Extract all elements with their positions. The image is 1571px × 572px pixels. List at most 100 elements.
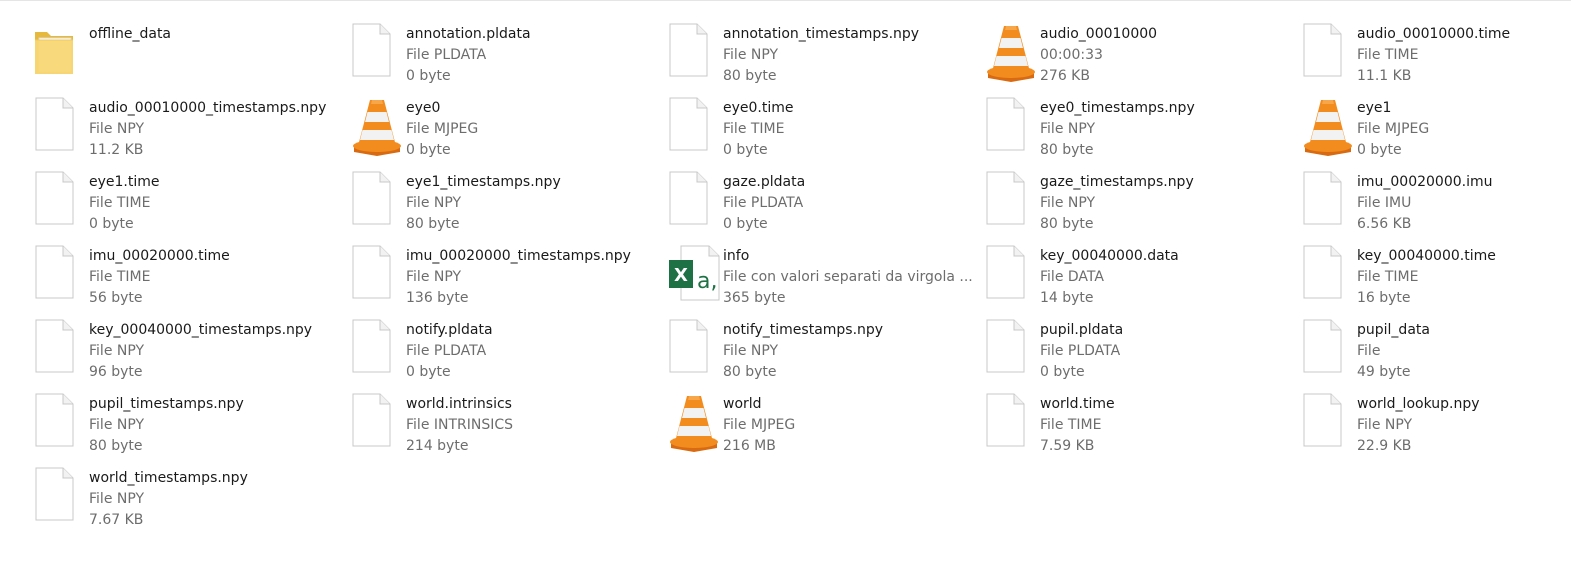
file-item[interactable]: eye1 File MJPEG 0 byte xyxy=(1301,96,1571,170)
file-type: File MJPEG xyxy=(406,121,479,137)
file-type: File PLDATA xyxy=(406,47,487,63)
file-type: File TIME xyxy=(89,195,151,211)
blank-file-icon xyxy=(984,170,1040,230)
file-type: File NPY xyxy=(89,491,145,507)
file-size: 80 byte xyxy=(723,364,777,380)
file-type: File NPY xyxy=(89,417,145,433)
file-item[interactable]: key_00040000.data File DATA 14 byte xyxy=(984,244,1301,318)
file-item[interactable]: notify_timestamps.npy File NPY 80 byte xyxy=(667,318,984,392)
file-size: 80 byte xyxy=(1040,216,1094,232)
blank-file-icon xyxy=(350,22,406,82)
file-item[interactable]: world.time File TIME 7.59 KB xyxy=(984,392,1301,466)
vlc-cone-icon xyxy=(984,22,1040,82)
file-size: 365 byte xyxy=(723,290,786,306)
file-name: pupil_timestamps.npy xyxy=(89,396,244,412)
blank-file-icon xyxy=(33,96,89,156)
top-divider xyxy=(0,0,1571,1)
file-item[interactable]: eye0_timestamps.npy File NPY 80 byte xyxy=(984,96,1301,170)
file-name: world_lookup.npy xyxy=(1357,396,1480,412)
file-size: 80 byte xyxy=(406,216,460,232)
file-type: File MJPEG xyxy=(1357,121,1430,137)
file-size: 14 byte xyxy=(1040,290,1094,306)
blank-file-icon xyxy=(350,170,406,230)
file-item[interactable]: audio_00010000_timestamps.npy File NPY 11.… xyxy=(33,96,350,170)
file-name: eye0_timestamps.npy xyxy=(1040,100,1195,116)
file-item[interactable]: imu_00020000.time File TIME 56 byte xyxy=(33,244,350,318)
file-name: imu_00020000.time xyxy=(89,248,230,264)
file-item[interactable]: eye1_timestamps.npy File NPY 80 byte xyxy=(350,170,667,244)
file-item[interactable]: offline_data xyxy=(33,22,350,96)
file-size: 0 byte xyxy=(406,142,451,158)
file-size: 0 byte xyxy=(406,364,451,380)
file-name: audio_00010000 xyxy=(1040,26,1158,42)
svg-text:a,: a, xyxy=(697,269,717,294)
file-type: File INTRINSICS xyxy=(406,417,514,433)
file-size: 11.2 KB xyxy=(89,142,144,158)
blank-file-icon xyxy=(1301,392,1357,452)
file-item[interactable]: imu_00020000_timestamps.npy File NPY 136 b… xyxy=(350,244,667,318)
file-size: 136 byte xyxy=(406,290,469,306)
file-name: offline_data xyxy=(89,26,172,42)
file-size: 7.67 KB xyxy=(89,512,144,528)
blank-file-icon xyxy=(33,170,89,230)
file-type: File NPY xyxy=(1040,121,1096,137)
blank-file-icon xyxy=(984,392,1040,452)
file-name: eye1_timestamps.npy xyxy=(406,174,561,190)
file-type: File NPY xyxy=(89,343,145,359)
file-size: 216 MB xyxy=(723,438,776,454)
file-item[interactable]: annotation_timestamps.npy File NPY 80 byte xyxy=(667,22,984,96)
file-size: 22.9 KB xyxy=(1357,438,1412,454)
svg-text:X: X xyxy=(674,265,688,286)
file-size: 49 byte xyxy=(1357,364,1411,380)
file-item[interactable]: eye0 File MJPEG 0 byte xyxy=(350,96,667,170)
blank-file-icon xyxy=(667,96,723,156)
file-name: imu_00020000.imu xyxy=(1357,174,1493,190)
blank-file-icon xyxy=(350,244,406,304)
file-item[interactable]: audio_00010000.time File TIME 11.1 KB xyxy=(1301,22,1571,96)
file-item[interactable]: key_00040000.time File TIME 16 byte xyxy=(1301,244,1571,318)
file-type: File IMU xyxy=(1357,195,1412,211)
file-item[interactable]: imu_00020000.imu File IMU 6.56 KB xyxy=(1301,170,1571,244)
file-type: File con valori separati da virgola ... xyxy=(723,269,973,285)
file-item[interactable]: world_timestamps.npy File NPY 7.67 KB xyxy=(33,466,350,540)
file-item[interactable]: gaze_timestamps.npy File NPY 80 byte xyxy=(984,170,1301,244)
file-item[interactable]: world_lookup.npy File NPY 22.9 KB xyxy=(1301,392,1571,466)
file-item[interactable]: world File MJPEG 216 MB xyxy=(667,392,984,466)
file-size: 11.1 KB xyxy=(1357,68,1412,84)
file-name: world.time xyxy=(1040,396,1115,412)
blank-file-icon xyxy=(1301,170,1357,230)
file-duration: 00:00:33 xyxy=(1040,47,1103,63)
vlc-cone-icon xyxy=(667,392,723,452)
file-size: 6.56 KB xyxy=(1357,216,1412,232)
file-item[interactable]: key_00040000_timestamps.npy File NPY 96 by… xyxy=(33,318,350,392)
file-name: eye1 xyxy=(1357,100,1392,116)
blank-file-icon xyxy=(33,392,89,452)
file-name: pupil.pldata xyxy=(1040,322,1124,338)
file-type: File NPY xyxy=(1357,417,1413,433)
file-item[interactable]: pupil_timestamps.npy File NPY 80 byte xyxy=(33,392,350,466)
blank-file-icon xyxy=(984,318,1040,378)
file-item[interactable]: audio_00010000 00:00:33 276 KB xyxy=(984,22,1301,96)
file-item[interactable]: gaze.pldata File PLDATA 0 byte xyxy=(667,170,984,244)
file-type: File TIME xyxy=(1040,417,1102,433)
file-type: File TIME xyxy=(1357,269,1419,285)
file-item[interactable]: eye1.time File TIME 0 byte xyxy=(33,170,350,244)
blank-file-icon xyxy=(984,244,1040,304)
file-item[interactable]: notify.pldata File PLDATA 0 byte xyxy=(350,318,667,392)
blank-file-icon xyxy=(984,96,1040,156)
vlc-cone-icon xyxy=(350,96,406,156)
file-name: pupil_data xyxy=(1357,322,1430,338)
file-item[interactable]: a, Xinfo File con valori separati da virgo… xyxy=(667,244,984,318)
blank-file-icon xyxy=(1301,22,1357,82)
file-size: 0 byte xyxy=(723,216,768,232)
file-item[interactable]: world.intrinsics File INTRINSICS 214 byte xyxy=(350,392,667,466)
file-item[interactable]: annotation.pldata File PLDATA 0 byte xyxy=(350,22,667,96)
file-type: File xyxy=(1357,343,1381,359)
file-type: File TIME xyxy=(1357,47,1419,63)
file-item[interactable]: eye0.time File TIME 0 byte xyxy=(667,96,984,170)
file-item[interactable]: pupil_data File 49 byte xyxy=(1301,318,1571,392)
file-type: File PLDATA xyxy=(723,195,804,211)
file-type: File NPY xyxy=(723,47,779,63)
file-name: world xyxy=(723,396,762,412)
file-item[interactable]: pupil.pldata File PLDATA 0 byte xyxy=(984,318,1301,392)
